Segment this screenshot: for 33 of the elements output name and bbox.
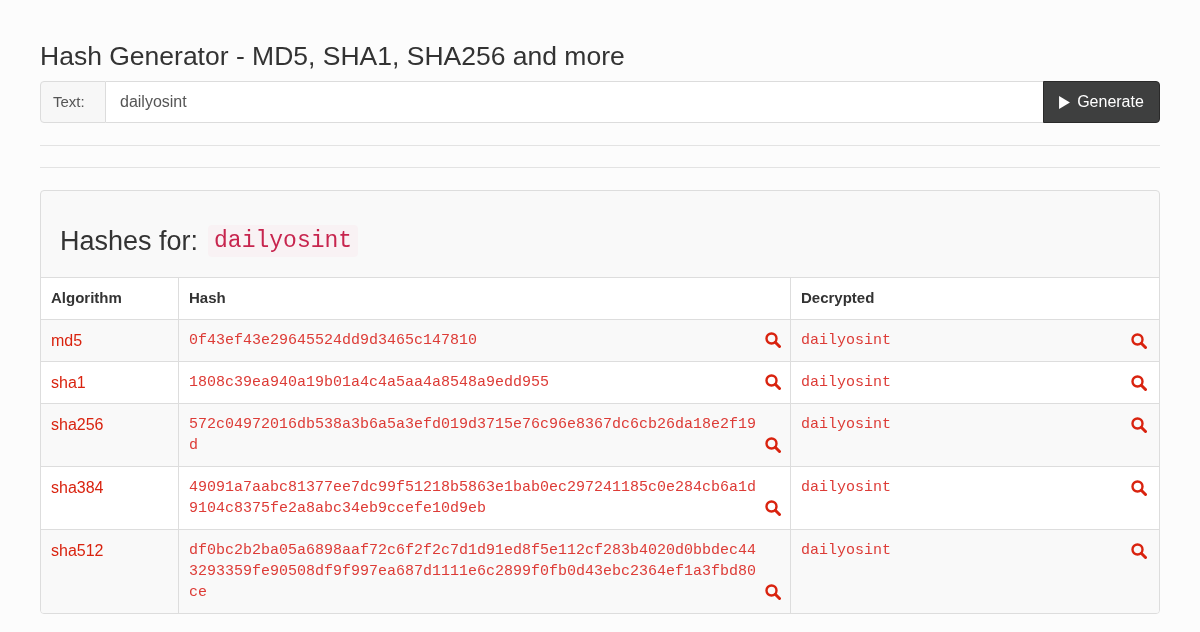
search-icon[interactable]	[1131, 417, 1147, 433]
decrypted-text: dailyosint	[801, 373, 891, 393]
search-icon[interactable]	[765, 584, 781, 600]
search-icon[interactable]	[1131, 480, 1147, 496]
algorithm-link[interactable]: sha1	[51, 374, 86, 391]
hash-text: 49091a7aabc81377ee7dc99f51218b5863e1bab0ec297241185c0e284cb6a1d9104c8375fe2a8abc34eb9ccefe10d9eb	[189, 478, 757, 519]
search-icon[interactable]	[1131, 375, 1147, 391]
text-input[interactable]: dailyosint	[106, 81, 1043, 123]
search-icon[interactable]	[1131, 333, 1147, 349]
decrypted-text: dailyosint	[801, 478, 891, 498]
search-icon[interactable]	[1131, 543, 1147, 559]
decrypted-text: dailyosint	[801, 331, 891, 351]
algorithm-link[interactable]: sha256	[51, 416, 104, 433]
search-icon[interactable]	[765, 332, 781, 348]
search-icon[interactable]	[765, 500, 781, 516]
query-code: dailyosint	[208, 225, 359, 257]
hash-text: 0f43ef43e29645524dd9d3465c147810	[189, 331, 478, 351]
generate-button[interactable]: Generate	[1043, 81, 1160, 123]
results-heading: Hashes for:	[60, 224, 199, 258]
algorithm-link[interactable]: sha384	[51, 479, 104, 496]
decrypted-text: dailyosint	[801, 415, 891, 435]
column-header: Algorithm	[50, 288, 123, 309]
hash-text: 572c04972016db538a3b6a5a3efd019d3715e76c96e8367dc6cb26da18e2f19d	[189, 415, 757, 456]
hash-text: 1808c39ea940a19b01a4c4a5aa4a8548a9edd955	[189, 373, 550, 393]
text-label: Text:	[40, 81, 106, 123]
page-title: Hash Generator - MD5, SHA1, SHA256 and more	[40, 41, 625, 72]
play-icon	[1059, 95, 1071, 109]
algorithm-link[interactable]: md5	[51, 332, 83, 349]
hash-text: df0bc2b2ba05a6898aaf72c6f2f2c7d1d91ed8f5e112cf283b4020d0bbdec443293359fe90508df9f997ea687d1111e6c2899f0fb0d43ebc2364ef1a3fbd80ce	[189, 541, 757, 603]
search-icon[interactable]	[765, 437, 781, 453]
algorithm-link[interactable]: sha512	[51, 542, 104, 559]
decrypted-text: dailyosint	[801, 541, 891, 561]
search-icon[interactable]	[765, 374, 781, 390]
